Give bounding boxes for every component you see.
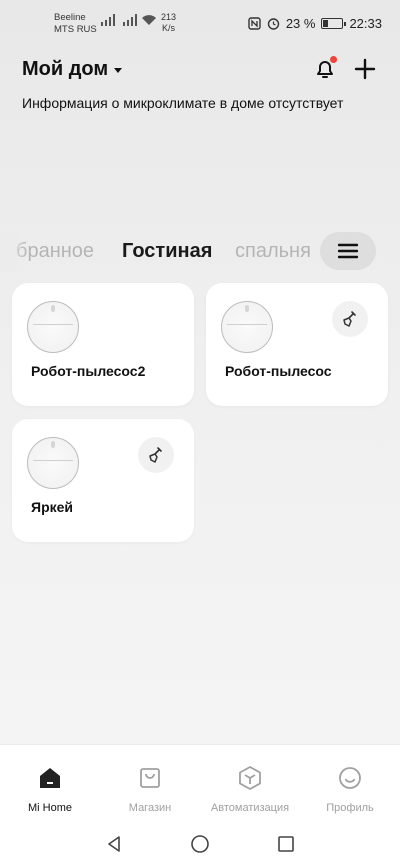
- alarm-icon: [267, 18, 280, 30]
- signal-icon: [101, 14, 115, 26]
- carrier-2: MTS RUS: [54, 24, 97, 35]
- nav-label: Магазин: [128, 802, 172, 814]
- add-device-button[interactable]: [352, 56, 378, 82]
- status-bar: Beeline MTS RUS 213 K/s 23 % 22:33: [0, 0, 400, 40]
- tab-bedroom[interactable]: спальня: [235, 240, 311, 263]
- robot-vacuum-icon: [27, 301, 79, 353]
- room-tabs: бранное Гостиная спальня: [0, 232, 400, 272]
- nav-profile[interactable]: Профиль: [305, 765, 395, 814]
- device-card[interactable]: Робот-пылесос2: [12, 283, 194, 406]
- clean-button[interactable]: [138, 437, 174, 473]
- carrier-1: Beeline: [54, 12, 86, 23]
- device-name: Яркей: [31, 499, 74, 515]
- rooms-menu-button[interactable]: [320, 232, 376, 270]
- nfc-icon: [248, 17, 261, 30]
- tabs-fade: [0, 232, 30, 272]
- home-title: Мой дом: [22, 58, 109, 80]
- home-selector[interactable]: Мой дом: [22, 58, 123, 81]
- status-right: 23 % 22:33: [248, 16, 382, 31]
- broom-icon: [343, 311, 356, 327]
- tab-living-room[interactable]: Гостиная: [122, 240, 212, 263]
- wifi-icon: [142, 15, 156, 25]
- smile-icon: [339, 767, 361, 789]
- network-speed: 213 K/s: [161, 12, 177, 33]
- device-card[interactable]: Робот-пылесос: [206, 283, 388, 406]
- clean-button[interactable]: [332, 301, 368, 337]
- caret-down-icon: [114, 68, 123, 73]
- shopping-bag-icon: [140, 768, 160, 788]
- device-name: Робот-пылесос2: [31, 363, 146, 379]
- back-icon[interactable]: [104, 834, 124, 854]
- notifications-button[interactable]: [312, 56, 338, 82]
- device-name: Робот-пылесос: [225, 363, 332, 379]
- nav-store[interactable]: Магазин: [105, 765, 195, 814]
- climate-info: Информация о микроклимате в доме отсутст…: [22, 95, 344, 111]
- nav-label: Mi Home: [27, 802, 72, 814]
- nav-label: Профиль: [326, 802, 374, 814]
- system-nav-bar: [0, 816, 400, 867]
- device-card[interactable]: Яркей: [12, 419, 194, 542]
- nav-automation[interactable]: Автоматизация: [205, 765, 295, 814]
- home-circle-icon[interactable]: [190, 834, 210, 854]
- broom-icon: [149, 447, 162, 463]
- home-icon: [40, 768, 60, 788]
- hamburger-menu-icon: [338, 243, 358, 259]
- clock: 22:33: [349, 16, 382, 31]
- nav-label: Автоматизация: [210, 802, 290, 814]
- cube-icon: [239, 766, 261, 790]
- bottom-nav: Mi Home Магазин Автоматизация Профиль: [0, 744, 400, 816]
- battery-icon: [321, 18, 347, 29]
- header: Мой дом: [22, 56, 378, 86]
- robot-vacuum-icon: [27, 437, 79, 489]
- robot-vacuum-icon: [221, 301, 273, 353]
- nav-mi-home[interactable]: Mi Home: [5, 765, 95, 814]
- carrier-info: Beeline MTS RUS: [54, 12, 97, 36]
- signal-icon-2: [123, 14, 137, 26]
- plus-icon: [354, 58, 376, 80]
- notification-dot: [330, 56, 337, 63]
- recents-icon[interactable]: [276, 834, 296, 854]
- battery-percent: 23 %: [285, 16, 316, 31]
